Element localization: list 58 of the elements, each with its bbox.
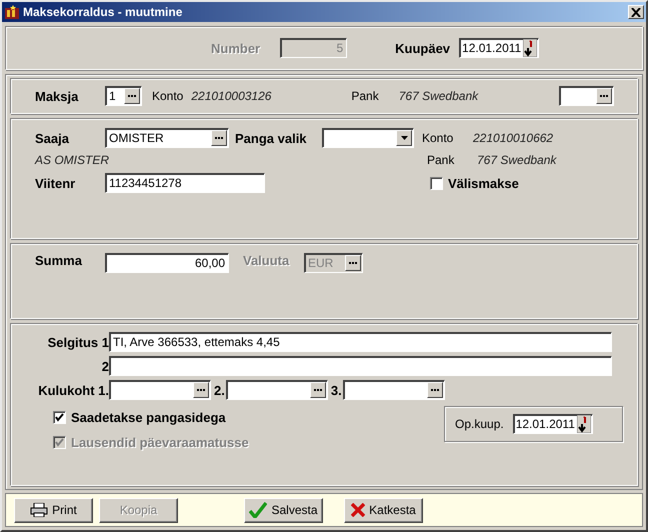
reference-field[interactable]: 11234451278 xyxy=(105,173,265,193)
cost-center-field[interactable] xyxy=(342,380,445,400)
explanation-field[interactable]: TI, Arve 366533, ettemaks 4,45 xyxy=(109,332,612,352)
bank-label: Pank xyxy=(351,89,379,103)
explanation-label: 2 xyxy=(100,358,109,374)
amount-field[interactable]: 60,00 xyxy=(105,253,229,273)
reference-label: Viitenr xyxy=(35,176,76,190)
bank-name: 767 Swedbank xyxy=(477,153,556,167)
print-button[interactable]: Print xyxy=(14,498,93,522)
bank-label: Pank xyxy=(427,153,456,167)
ellipsis-button[interactable] xyxy=(124,88,140,104)
cost-center-label: 3. xyxy=(330,382,342,398)
operation-date-field[interactable]: 12.01.2011 xyxy=(512,414,593,434)
account-label: Konto xyxy=(422,131,454,145)
account-number: 221010010662 xyxy=(473,131,554,145)
recipient-label: Saaja xyxy=(35,130,70,146)
operation-date-label: Op.kuup. xyxy=(455,417,504,431)
save-button[interactable]: Salvesta xyxy=(244,498,323,522)
printer-icon xyxy=(30,503,48,517)
ellipsis-button[interactable] xyxy=(310,382,326,398)
cost-center-label: 2. xyxy=(214,382,225,398)
ellipsis-button[interactable] xyxy=(596,88,612,104)
currency-label: Valuuta xyxy=(243,253,290,268)
explanation-label: Selgitus 1 xyxy=(46,334,109,350)
account-label: Konto xyxy=(152,89,184,103)
payer-field[interactable]: 1 xyxy=(105,86,142,106)
app-icon xyxy=(4,4,20,20)
ellipsis-button[interactable] xyxy=(211,130,227,146)
payer-label: Maksja xyxy=(35,88,80,104)
date-label: Kuupäev xyxy=(395,40,450,56)
ellipsis-button[interactable] xyxy=(426,382,443,398)
window-title: Maksekorraldus - muutmine xyxy=(23,5,184,19)
amount-label: Summa xyxy=(35,253,83,268)
cost-center-label: Kulukoht 1. xyxy=(37,382,109,398)
check-mark-icon xyxy=(55,413,64,422)
bank-choice-dropdown[interactable] xyxy=(322,128,414,148)
ellipsis-button[interactable] xyxy=(193,382,209,398)
explanation-field[interactable] xyxy=(109,356,612,376)
check-mark-icon xyxy=(55,438,64,447)
account-number: 221010003126 xyxy=(191,89,272,103)
check-icon xyxy=(249,502,268,518)
recipient-name: AS OMISTER xyxy=(35,153,110,167)
cancel-button[interactable]: Katkesta xyxy=(344,498,423,522)
cost-center-field[interactable] xyxy=(226,380,328,400)
calendar-icon[interactable] xyxy=(523,39,538,57)
number-label: Number xyxy=(211,40,260,56)
lookup-field[interactable] xyxy=(558,86,614,106)
calendar-icon[interactable] xyxy=(576,415,591,433)
option-checkbox[interactable]: Saadetakse pangasidega xyxy=(53,410,249,425)
cost-center-field[interactable] xyxy=(109,380,211,400)
bank-choice-label: Panga valik xyxy=(235,130,308,146)
cross-icon xyxy=(351,503,366,517)
recipient-field[interactable]: OMISTER xyxy=(105,128,229,148)
date-field[interactable]: 12.01.2011 xyxy=(459,38,540,58)
close-button[interactable] xyxy=(628,5,644,19)
bank-name: 767 Swedbank xyxy=(398,89,480,103)
dropdown-arrow-icon xyxy=(400,136,408,140)
foreign-payment-checkbox[interactable]: Välismakse xyxy=(430,176,519,190)
